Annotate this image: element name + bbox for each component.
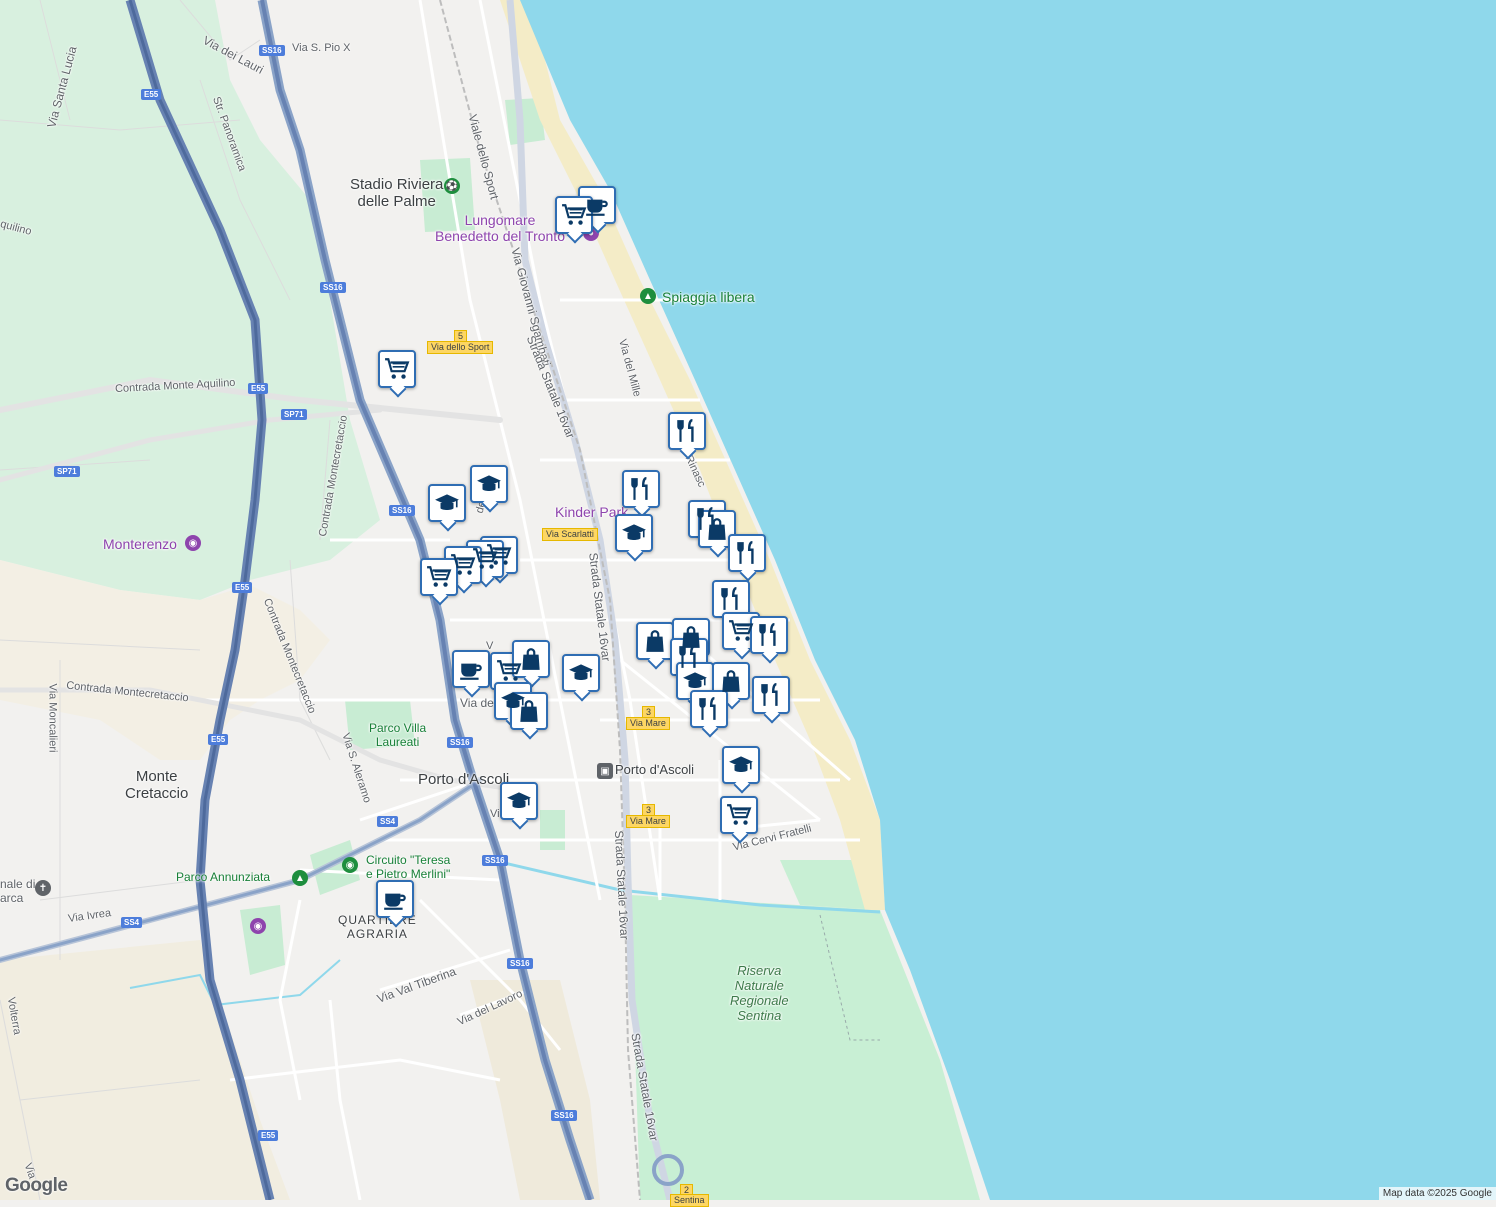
map-marker-school[interactable]	[615, 514, 653, 552]
cafe-icon	[584, 192, 610, 218]
shield-sp71-a: SP71	[281, 409, 307, 420]
camera-icon[interactable]: ◉	[185, 535, 201, 551]
shopping-bag-icon	[518, 646, 544, 672]
school-icon	[568, 660, 594, 686]
map-marker-school[interactable]	[470, 465, 508, 503]
shield-ss4-a: SS4	[377, 816, 399, 827]
exit-sentina: Sentina	[670, 1194, 709, 1207]
park-tree-icon[interactable]: ▲	[292, 870, 308, 886]
exit-via-mare-a: Via Mare	[626, 717, 670, 730]
school-icon	[476, 471, 502, 497]
shield-e55-a: E55	[141, 89, 162, 100]
cafe-icon	[382, 886, 408, 912]
school-icon	[506, 788, 532, 814]
map-marker-school[interactable]	[722, 746, 760, 784]
google-logo: Google	[5, 1175, 68, 1196]
train-station-icon[interactable]: ▣	[597, 763, 613, 779]
shield-e55-c: E55	[232, 582, 253, 593]
restaurant-icon	[758, 682, 784, 708]
shopping-bag-icon	[704, 516, 730, 542]
school-icon	[434, 490, 460, 516]
restaurant-icon	[676, 644, 702, 670]
shield-e55-e: E55	[258, 1130, 279, 1141]
map-marker-school[interactable]	[562, 654, 600, 692]
map-marker-restaurant[interactable]	[752, 676, 790, 714]
park-villa	[345, 700, 415, 750]
restaurant-icon	[756, 622, 782, 648]
shield-sp71-b: SP71	[54, 466, 80, 477]
shopping-bag-icon	[516, 698, 542, 724]
shield-ss4-b: SS4	[121, 917, 143, 928]
restaurant-icon	[628, 476, 654, 502]
exit-via-dello-sport: Via dello Sport	[427, 341, 494, 354]
exit-via-scarlatti: Via Scarlatti	[542, 528, 598, 541]
map-marker-restaurant[interactable]	[622, 470, 660, 508]
shield-ss16-a: SS16	[259, 45, 285, 56]
map-marker-restaurant[interactable]	[750, 616, 788, 654]
shopping-cart-icon	[728, 618, 754, 644]
restaurant-icon	[696, 696, 722, 722]
park-south	[540, 810, 565, 850]
shopping-cart-icon	[726, 802, 752, 828]
church-cross-icon[interactable]: ✝	[35, 880, 51, 896]
stadium-icon[interactable]: ⚽	[444, 178, 460, 194]
shield-ss16-c: SS16	[389, 505, 415, 516]
cafe-icon	[458, 656, 484, 682]
shield-ss16-e: SS16	[482, 855, 508, 866]
map-marker-restaurant[interactable]	[728, 534, 766, 572]
shield-ss16-g: SS16	[551, 1110, 577, 1121]
circuit-icon[interactable]: ◉	[342, 857, 358, 873]
map-marker-grocery[interactable]	[378, 350, 416, 388]
map-marker-shopping[interactable]	[636, 622, 674, 660]
shield-ss16-d: SS16	[447, 737, 473, 748]
map-marker-shopping[interactable]	[510, 692, 548, 730]
shopping-cart-icon	[384, 356, 410, 382]
exit-via-mare-b: Via Mare	[626, 815, 670, 828]
shield-e55-d: E55	[208, 734, 229, 745]
school-icon	[621, 520, 647, 546]
map-marker-cafe[interactable]	[376, 880, 414, 918]
shopping-bag-icon	[642, 628, 668, 654]
tree-icon[interactable]: ▲	[640, 288, 656, 304]
shopping-bag-icon	[718, 668, 744, 694]
map-attribution[interactable]: Map data ©2025 Google	[1378, 1187, 1496, 1200]
museum-camera-icon[interactable]: ◉	[250, 918, 266, 934]
shopping-cart-icon	[450, 552, 476, 578]
map-marker-grocery[interactable]	[720, 796, 758, 834]
restaurant-icon	[734, 540, 760, 566]
restaurant-icon	[674, 418, 700, 444]
school-icon	[728, 752, 754, 778]
shopping-cart-icon	[561, 202, 587, 228]
map-marker-school[interactable]	[500, 782, 538, 820]
school-icon	[682, 668, 708, 694]
map-marker-cafe[interactable]	[452, 650, 490, 688]
shield-ss16-f: SS16	[507, 958, 533, 969]
shield-ss16-b: SS16	[320, 282, 346, 293]
map-marker-restaurant[interactable]	[668, 412, 706, 450]
shopping-cart-icon	[426, 564, 452, 590]
restaurant-icon	[718, 586, 744, 612]
map-marker-school[interactable]	[428, 484, 466, 522]
map-marker-restaurant[interactable]	[690, 690, 728, 728]
shield-e55-b: E55	[248, 383, 269, 394]
